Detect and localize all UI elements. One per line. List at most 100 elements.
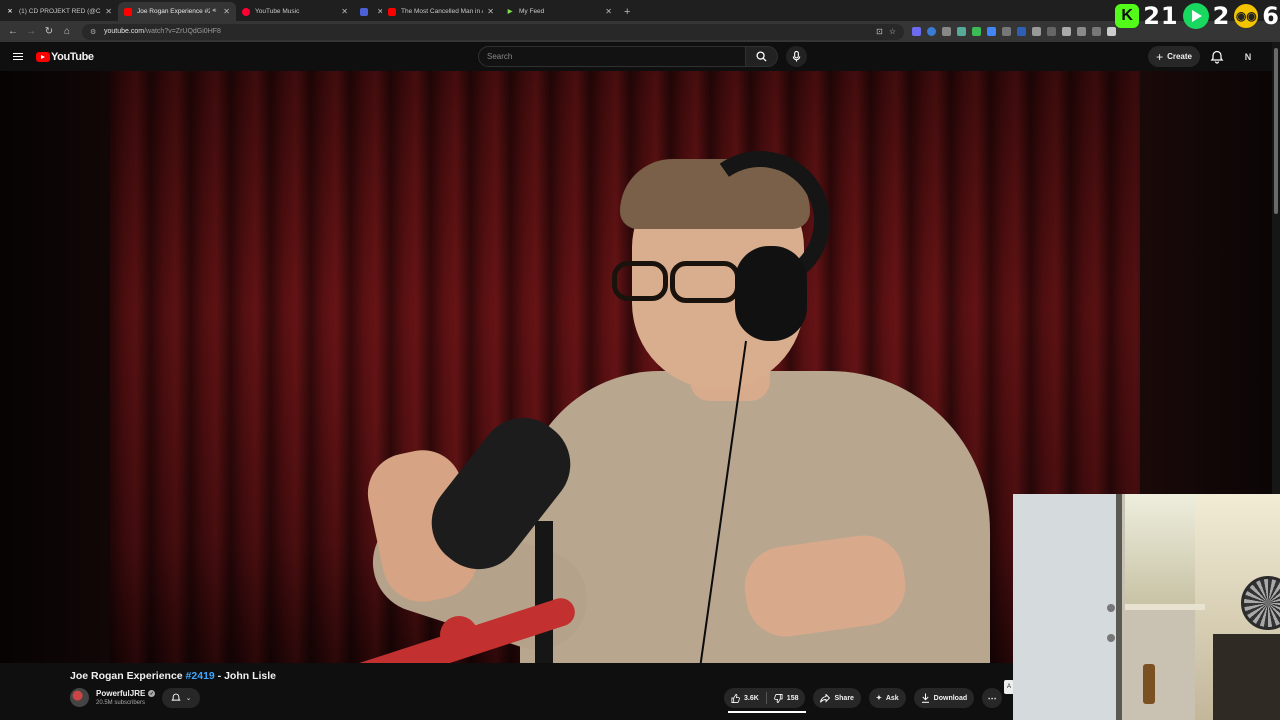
url-path: /watch?v=ZrUQdGi0HF8 <box>144 28 221 35</box>
webcam-door-knob <box>1107 634 1115 642</box>
video-title-prefix: Joe Rogan Experience <box>70 670 186 682</box>
kick-count: 21 <box>1143 2 1179 30</box>
scrollbar-thumb[interactable] <box>1274 48 1278 214</box>
more-actions-button[interactable]: ⋯ <box>982 688 1003 708</box>
channel-avatar[interactable] <box>70 688 89 707</box>
x-logo-icon: ✕ <box>7 9 13 15</box>
youtube-icon <box>124 7 132 16</box>
share-label: Share <box>834 694 854 702</box>
bell-icon <box>170 693 181 701</box>
extension-icon[interactable] <box>912 27 921 36</box>
create-button[interactable]: + Create <box>1148 46 1200 67</box>
tab-close-icon[interactable]: ✕ <box>223 7 230 16</box>
extension-icon[interactable] <box>1047 27 1056 36</box>
plus-icon: + <box>1156 49 1164 64</box>
browser-toolbar: ← → ↻ ⌂ ⚙ youtube.com/watch?v=ZrUQdGi0HF… <box>0 21 1280 42</box>
feed-icon: ▶ <box>507 9 513 15</box>
youtube-icon <box>388 7 396 16</box>
webcam-bottle <box>1143 664 1155 704</box>
url-host: youtube.com <box>104 28 145 35</box>
browser-tab[interactable]: ▶ My Feed ✕ <box>500 2 618 21</box>
like-button[interactable]: 3.6K <box>724 688 766 708</box>
browser-tab-active[interactable]: Joe Rogan Experience #24 🔊︎ ✕ <box>118 2 236 21</box>
extension-icon[interactable] <box>987 27 996 36</box>
microphone-arm-knob <box>440 616 478 654</box>
play-count: 2 <box>1212 2 1231 30</box>
kick-icon: K <box>1115 4 1140 28</box>
extension-icon[interactable] <box>1032 27 1041 36</box>
browser-tab[interactable]: ✕ (1) CD PROJEKT RED (@CDPRG ✕ <box>0 2 118 21</box>
extension-icon[interactable] <box>942 27 951 36</box>
youtube-play-icon <box>36 51 50 62</box>
audio-playing-icon[interactable]: 🔊︎ <box>213 8 217 15</box>
webcam-shelf <box>1125 604 1205 610</box>
reload-icon[interactable]: ↻ <box>42 25 56 39</box>
back-icon[interactable]: ← <box>6 25 20 39</box>
channel-name-text[interactable]: PowerfulJRE <box>96 689 145 698</box>
new-tab-button[interactable]: + <box>624 2 630 21</box>
tab-close-icon[interactable]: ✕ <box>341 7 348 16</box>
video-details: Joe Rogan Experience #2419 - John Lisle … <box>0 663 1013 720</box>
sparkle-icon: ✦ <box>875 695 882 702</box>
tab-title: The Most Cancelled Man in Am <box>401 8 484 15</box>
search-bar: Search <box>478 46 807 67</box>
download-button[interactable]: Download <box>913 688 975 708</box>
home-icon[interactable]: ⌂ <box>60 25 74 39</box>
account-avatar[interactable]: N <box>1240 49 1256 65</box>
thumbs-up-icon <box>731 693 740 703</box>
extension-icon[interactable] <box>1062 27 1071 36</box>
extension-icon[interactable] <box>1017 27 1026 36</box>
install-app-icon[interactable]: ⊡ <box>876 27 883 36</box>
voice-search-button[interactable] <box>786 46 807 67</box>
video-actions: 3.6K 158 Share ✦ Ask Download ⋯ <box>724 688 1003 708</box>
extension-icon[interactable] <box>1092 27 1101 36</box>
tab-close-icon[interactable]: ✕ <box>487 7 494 16</box>
video-frame-left <box>0 71 110 663</box>
site-info-icon[interactable]: ⚙ <box>90 28 98 36</box>
browser-tab[interactable]: ✕ <box>354 2 382 21</box>
youtube-logo[interactable]: YouTube <box>36 51 94 63</box>
hamburger-menu-icon[interactable] <box>8 47 28 67</box>
channel-name[interactable]: PowerfulJRE ✓ <box>96 689 156 698</box>
extension-icon[interactable] <box>972 27 981 36</box>
mask-count: 6 <box>1262 2 1280 30</box>
create-label: Create <box>1167 52 1192 61</box>
download-label: Download <box>933 694 968 702</box>
mask-icon: ◉◉ <box>1234 4 1259 28</box>
subscriber-count: 20.5M subscribers <box>96 700 146 706</box>
mail-icon <box>360 7 368 16</box>
extensions-toolbar <box>912 27 1116 36</box>
webcam-door-knob <box>1107 604 1115 612</box>
ask-button[interactable]: ✦ Ask <box>868 688 906 708</box>
ask-label: Ask <box>885 694 899 702</box>
tab-close-icon[interactable]: ✕ <box>105 7 112 16</box>
dislike-count: 158 <box>786 694 799 702</box>
webcam-window <box>1125 494 1195 604</box>
extension-icon[interactable] <box>957 27 966 36</box>
extension-icon[interactable] <box>1077 27 1086 36</box>
dislike-button[interactable]: 158 <box>767 688 806 708</box>
headphone-cup <box>735 246 807 341</box>
tab-close-icon[interactable]: ✕ <box>605 7 612 16</box>
address-bar[interactable]: ⚙ youtube.com/watch?v=ZrUQdGi0HF8 ⊡ ☆ <box>82 23 904 40</box>
browser-tab[interactable]: YouTube Music ✕ <box>236 2 354 21</box>
forward-icon[interactable]: → <box>24 25 38 39</box>
share-button[interactable]: Share <box>813 688 861 708</box>
search-button[interactable] <box>746 46 778 67</box>
bookmark-star-icon[interactable]: ☆ <box>889 27 896 36</box>
microphone-icon <box>792 51 801 62</box>
extension-icon[interactable] <box>1002 27 1011 36</box>
notifications-bell-icon[interactable] <box>1210 50 1224 64</box>
search-input[interactable]: Search <box>478 46 746 67</box>
like-count: 3.6K <box>744 694 759 702</box>
hashtag-link[interactable]: #2419 <box>186 670 215 682</box>
tab-title: Joe Rogan Experience #24 <box>137 8 210 15</box>
stream-overlay-counters: K 21 2 ◉◉ 6 <box>1115 0 1280 32</box>
masthead-actions: + Create N <box>1148 46 1256 67</box>
extension-icon[interactable] <box>927 27 936 36</box>
browser-tab[interactable]: The Most Cancelled Man in Am ✕ <box>382 2 500 21</box>
share-icon <box>820 693 831 703</box>
webcam-furniture <box>1213 634 1280 720</box>
subscription-bell-button[interactable]: ⌄ <box>162 688 200 708</box>
like-dislike-group: 3.6K 158 <box>724 688 806 708</box>
